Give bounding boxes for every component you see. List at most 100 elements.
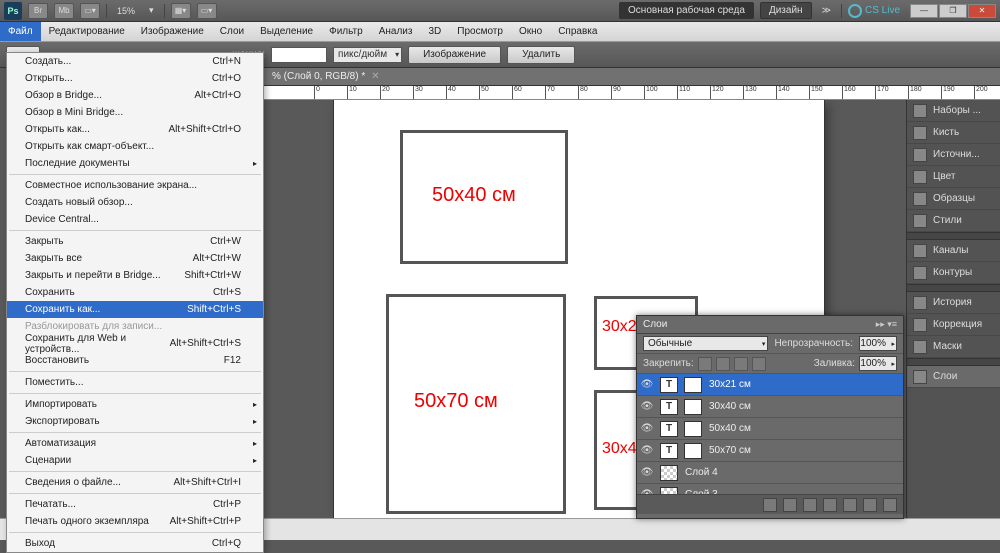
workspace-design-button[interactable]: Дизайн [760,2,812,19]
link-layers-icon[interactable] [763,498,777,512]
panel-shortcut[interactable]: Стили [907,210,1000,232]
opacity-input[interactable]: 100% [859,336,897,351]
file-menu-item[interactable]: Поместить... [7,374,263,391]
minibridge-icon[interactable]: Mb [54,3,74,19]
panel-shortcut[interactable]: Контуры [907,262,1000,284]
layer-row[interactable]: 👁T 30х40 см [637,396,903,418]
layers-panel[interactable]: Слои ▸▸ ▾≡ Обычные Непрозрачность: 100% … [636,315,904,519]
file-menu-item[interactable]: Обзор в Bridge...Alt+Ctrl+O [7,87,263,104]
panel-shortcut[interactable]: Слои [907,366,1000,388]
visibility-icon[interactable]: 👁 [637,379,657,390]
menu-analysis[interactable]: Анализ [371,22,421,41]
file-menu-item[interactable]: Закрыть всеAlt+Ctrl+W [7,250,263,267]
layer-name[interactable]: 50х70 см [705,445,751,456]
layer-thumbnail[interactable] [684,443,702,459]
layer-style-icon[interactable] [783,498,797,512]
layer-name[interactable]: 50х40 см [705,423,751,434]
panel-shortcut[interactable]: Наборы ... [907,100,1000,122]
layers-panel-tab[interactable]: Слои ▸▸ ▾≡ [637,316,903,334]
screen-mode-icon[interactable]: ▭▾ [197,3,217,19]
file-menu-item[interactable]: Открыть как смарт-объект... [7,138,263,155]
file-menu-item[interactable]: Сохранить как...Shift+Ctrl+S [7,301,263,318]
file-menu-item[interactable]: Сценарии▸ [7,452,263,469]
file-menu-item[interactable]: СохранитьCtrl+S [7,284,263,301]
group-icon[interactable] [843,498,857,512]
layer-mask-icon[interactable] [803,498,817,512]
panel-shortcut[interactable]: Источни... [907,144,1000,166]
layer-row[interactable]: 👁T 50х40 см [637,418,903,440]
menu-image[interactable]: Изображение [133,22,212,41]
file-menu-item[interactable]: Сведения о файле...Alt+Shift+Ctrl+I [7,474,263,491]
panel-shortcut[interactable]: Коррекция [907,314,1000,336]
layer-name[interactable]: 30х21 см [705,379,751,390]
layer-thumbnail[interactable]: T [660,377,678,393]
panel-shortcut[interactable]: Кисть [907,122,1000,144]
file-menu-item[interactable]: Создать...Ctrl+N [7,53,263,70]
layer-row[interactable]: 👁T 30х21 см [637,374,903,396]
file-menu-item[interactable]: Обзор в Mini Bridge... [7,104,263,121]
layer-name[interactable]: Слой 3 [681,489,718,494]
layer-name[interactable]: Слой 4 [681,467,718,478]
file-menu-item[interactable]: Создать новый обзор... [7,194,263,211]
visibility-icon[interactable]: 👁 [637,423,657,434]
file-menu-item[interactable]: Импортировать▸ [7,396,263,413]
lock-pixels-icon[interactable] [716,357,730,371]
layer-row[interactable]: 👁 Слой 3 [637,484,903,494]
adjustment-layer-icon[interactable] [823,498,837,512]
chevron-down-icon[interactable]: ▾ [145,5,158,16]
close-icon[interactable]: ✕ [371,71,379,82]
layer-thumbnail[interactable]: T [660,421,678,437]
lock-position-icon[interactable] [734,357,748,371]
file-menu-item[interactable]: Последние документы▸ [7,155,263,172]
layer-row[interactable]: 👁T 50х70 см [637,440,903,462]
front-image-button[interactable]: Изображение [408,46,501,64]
panel-shortcut[interactable]: Образцы [907,188,1000,210]
layer-thumbnail[interactable]: T [660,443,678,459]
file-menu-item[interactable]: Печать одного экземпляраAlt+Shift+Ctrl+P [7,513,263,530]
minimize-button[interactable]: — [910,4,938,18]
zoom-level[interactable]: 15% [113,6,139,16]
workspace-more[interactable]: ≫ [818,5,835,16]
ruler-horizontal[interactable]: 0102030405060708090100110120130140150160… [264,86,1000,100]
visibility-icon[interactable]: 👁 [637,401,657,412]
layer-name[interactable]: 30х40 см [705,401,751,412]
file-menu-item[interactable]: ВыходCtrl+Q [7,535,263,552]
document-tab[interactable]: % (Слой 0, RGB/8) * ✕ [264,68,1000,86]
visibility-icon[interactable]: 👁 [637,445,657,456]
workspace-main-button[interactable]: Основная рабочая среда [619,2,754,19]
file-menu-item[interactable]: Device Central... [7,211,263,228]
panel-menu-icon[interactable]: ▸▸ ▾≡ [876,319,897,330]
layer-thumbnail[interactable] [684,421,702,437]
arrange-icon[interactable]: ▦▾ [171,3,191,19]
file-menu-item[interactable]: Экспортировать▸ [7,413,263,430]
file-menu-item[interactable]: Открыть как...Alt+Shift+Ctrl+O [7,121,263,138]
file-menu-item[interactable]: Открыть...Ctrl+O [7,70,263,87]
menu-help[interactable]: Справка [550,22,605,41]
close-button[interactable]: ✕ [968,4,996,18]
menu-window[interactable]: Окно [511,22,550,41]
lock-all-icon[interactable] [752,357,766,371]
file-menu-item[interactable]: Сохранить для Web и устройств...Alt+Shif… [7,335,263,352]
menu-view[interactable]: Просмотр [449,22,511,41]
menu-select[interactable]: Выделение [252,22,321,41]
maximize-button[interactable]: ❐ [939,4,967,18]
fill-input[interactable]: 100% [859,356,897,371]
menu-layer[interactable]: Слои [212,22,252,41]
file-menu-item[interactable]: ЗакрытьCtrl+W [7,233,263,250]
layers-list[interactable]: 👁T30х21 см👁T30х40 см👁T50х40 см👁T50х70 см… [637,374,903,494]
panel-shortcut[interactable]: Маски [907,336,1000,358]
units-dropdown[interactable]: пикс/дюйм [333,47,402,63]
file-menu-item[interactable]: Автоматизация▸ [7,435,263,452]
layer-row[interactable]: 👁 Слой 4 [637,462,903,484]
menu-file[interactable]: Файл [0,22,41,41]
file-menu-item[interactable]: Закрыть и перейти в Bridge...Shift+Ctrl+… [7,267,263,284]
menu-filter[interactable]: Фильтр [321,22,371,41]
cslive-button[interactable]: CS Live [848,4,900,18]
visibility-icon[interactable]: 👁 [637,489,657,494]
layer-thumbnail[interactable]: T [660,399,678,415]
clear-button[interactable]: Удалить [507,46,575,64]
panel-shortcut[interactable]: Цвет [907,166,1000,188]
new-layer-icon[interactable] [863,498,877,512]
visibility-icon[interactable]: 👁 [637,467,657,478]
panel-shortcut[interactable]: История [907,292,1000,314]
